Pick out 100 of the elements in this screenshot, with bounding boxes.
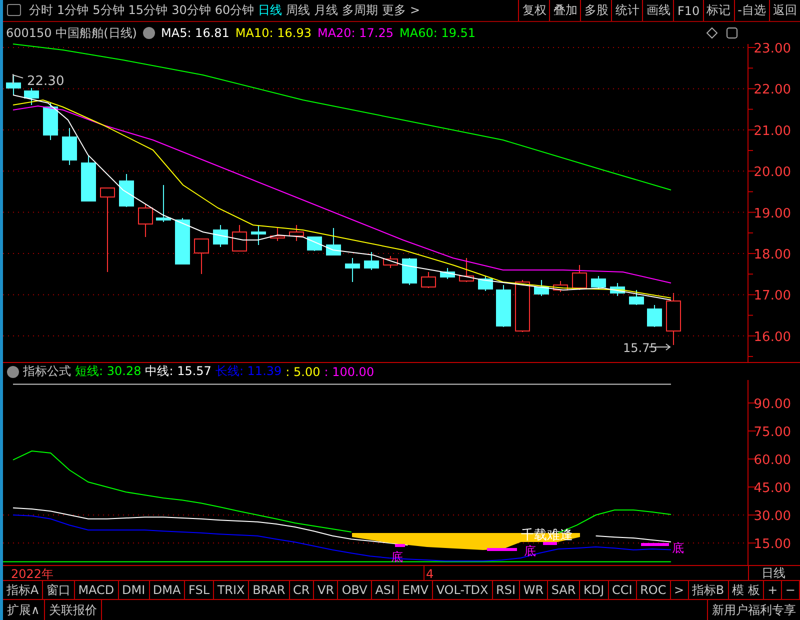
indicator-tab[interactable]: DMI [118, 581, 150, 599]
price-axis-label: 21.00 [754, 124, 791, 139]
indicator-tab[interactable]: SAR [548, 581, 580, 599]
toolbar-button[interactable]: 叠加 [549, 0, 580, 21]
bottom-signal: 底 [524, 544, 536, 558]
candlestick [364, 252, 379, 270]
candlestick [591, 276, 606, 290]
indicator-tab[interactable]: OBV [338, 581, 372, 599]
candlestick [43, 102, 58, 140]
toolbar-button[interactable]: 返回 [769, 0, 800, 21]
period-tab[interactable]: 月线 [312, 0, 340, 21]
price-axis-label: 23.00 [754, 42, 791, 56]
indicator-tab[interactable]: CCI [608, 581, 637, 599]
toolbar-button[interactable]: F10 [673, 0, 703, 21]
candlestick [421, 272, 436, 288]
indicator-tab[interactable]: 指标B [688, 581, 729, 599]
price-axis-label: 16.00 [754, 330, 791, 345]
indicator-axis-label: 30.00 [754, 509, 791, 524]
bottom-button[interactable]: 扩展∧ [3, 600, 45, 620]
indicator-tab[interactable]: 模 板 [728, 581, 764, 599]
period-label: 日线 [748, 566, 798, 580]
indicator-tab[interactable]: CR [290, 581, 314, 599]
window-icon[interactable] [7, 4, 21, 16]
moving-average-value: MA5: 16.81 [161, 26, 230, 40]
candlestick [553, 280, 568, 292]
candlestick [307, 236, 322, 252]
indicator-tab[interactable]: VR [314, 581, 338, 599]
price-axis-label: 22.00 [754, 82, 791, 98]
bottom-button[interactable]: 关联报价 [44, 600, 102, 620]
indicator-tab[interactable]: 指标A [3, 581, 44, 599]
candlestick [534, 280, 549, 296]
candlestick [496, 284, 511, 328]
candlestick [24, 88, 39, 106]
period-tab[interactable]: 更多 > [380, 0, 422, 21]
indicator-tab[interactable]: + [764, 581, 782, 599]
period-tab[interactable]: 日线 [256, 0, 284, 21]
candlestick [647, 304, 662, 328]
indicator-value: 中线: 15.57 [145, 363, 212, 380]
candlestick [629, 290, 644, 306]
toolbar-button[interactable]: 标记 [702, 0, 734, 21]
indicator-tab[interactable]: WR [520, 581, 548, 599]
indicator-value: 短线: 30.28 [75, 363, 142, 380]
moving-average-value: MA60: 19.51 [400, 26, 476, 40]
indicator-tab[interactable]: VOL-TDX [432, 581, 493, 599]
price-label: 22.30 [27, 74, 64, 89]
indicator-tab[interactable]: TRIX [214, 581, 250, 599]
candlestick [326, 228, 341, 256]
period-tab[interactable]: 5分钟 [90, 0, 126, 21]
period-tab[interactable]: 多周期 [340, 0, 380, 21]
moving-average-value: MA10: 16.93 [235, 26, 312, 40]
date-label: 2022年 [11, 567, 54, 580]
indicator-tab[interactable]: 窗口 [43, 581, 75, 599]
indicator-value: : 100.00 [324, 364, 374, 378]
indicator-tab[interactable]: BRAR [249, 581, 290, 599]
toolbar-button[interactable]: -自选 [734, 0, 769, 21]
signal-bar [395, 544, 405, 547]
indicator-tab[interactable]: KDJ [580, 581, 609, 599]
period-tab[interactable]: 30分钟 [170, 0, 213, 21]
candlestick [440, 268, 455, 280]
price-axis-label: 20.00 [754, 165, 791, 180]
indicator-value: 长线: 11.39 [215, 363, 282, 380]
indicator-tab[interactable]: − [782, 581, 800, 599]
indicator-title: 指标公式 [23, 363, 71, 380]
indicator-axis-label: 60.00 [754, 453, 791, 468]
moving-average-value: MA20: 17.25 [317, 26, 394, 40]
dropdown-icon[interactable] [7, 366, 19, 378]
candlestick [666, 292, 681, 346]
indicator-tab[interactable]: ASI [372, 581, 399, 599]
indicator-tab[interactable]: EMV [398, 581, 433, 599]
candlestick [459, 258, 474, 282]
candlestick [81, 156, 96, 202]
date-label: 4 [426, 567, 434, 580]
dropdown-icon[interactable] [143, 27, 155, 39]
period-tab[interactable]: 60分钟 [212, 0, 256, 21]
candlestick [175, 218, 190, 264]
period-tab[interactable]: 15分钟 [126, 0, 170, 21]
indicator-tab[interactable]: FSL [185, 581, 214, 599]
candlestick [251, 224, 266, 246]
toolbar-button[interactable]: 画线 [642, 0, 674, 21]
indicator-tab[interactable]: > [670, 581, 689, 599]
indicator-tab[interactable]: DMA [150, 581, 186, 599]
candlestick [572, 264, 587, 290]
signal-bar [641, 543, 669, 546]
period-tab[interactable]: 分时 [27, 0, 55, 21]
indicator-axis-label: 90.00 [754, 396, 791, 412]
candlestick [383, 256, 398, 268]
period-tab[interactable]: 1分钟 [55, 0, 91, 21]
toolbar-button[interactable]: 统计 [611, 0, 642, 21]
candlestick [402, 258, 417, 286]
indicator-tab[interactable]: MACD [74, 581, 119, 599]
candlestick [213, 224, 228, 248]
square-icon [726, 28, 738, 38]
toolbar-button[interactable]: 多股 [580, 0, 612, 21]
toolbar-button[interactable]: 复权 [518, 0, 550, 21]
diamond-icon [706, 27, 718, 39]
indicator-tab[interactable]: ROC [636, 581, 671, 599]
promo-button[interactable]: 新用户福利专享 [707, 600, 800, 620]
period-tab[interactable]: 周线 [284, 0, 312, 21]
indicator-tab[interactable]: RSI [492, 581, 520, 599]
price-axis-label: 18.00 [754, 248, 791, 262]
